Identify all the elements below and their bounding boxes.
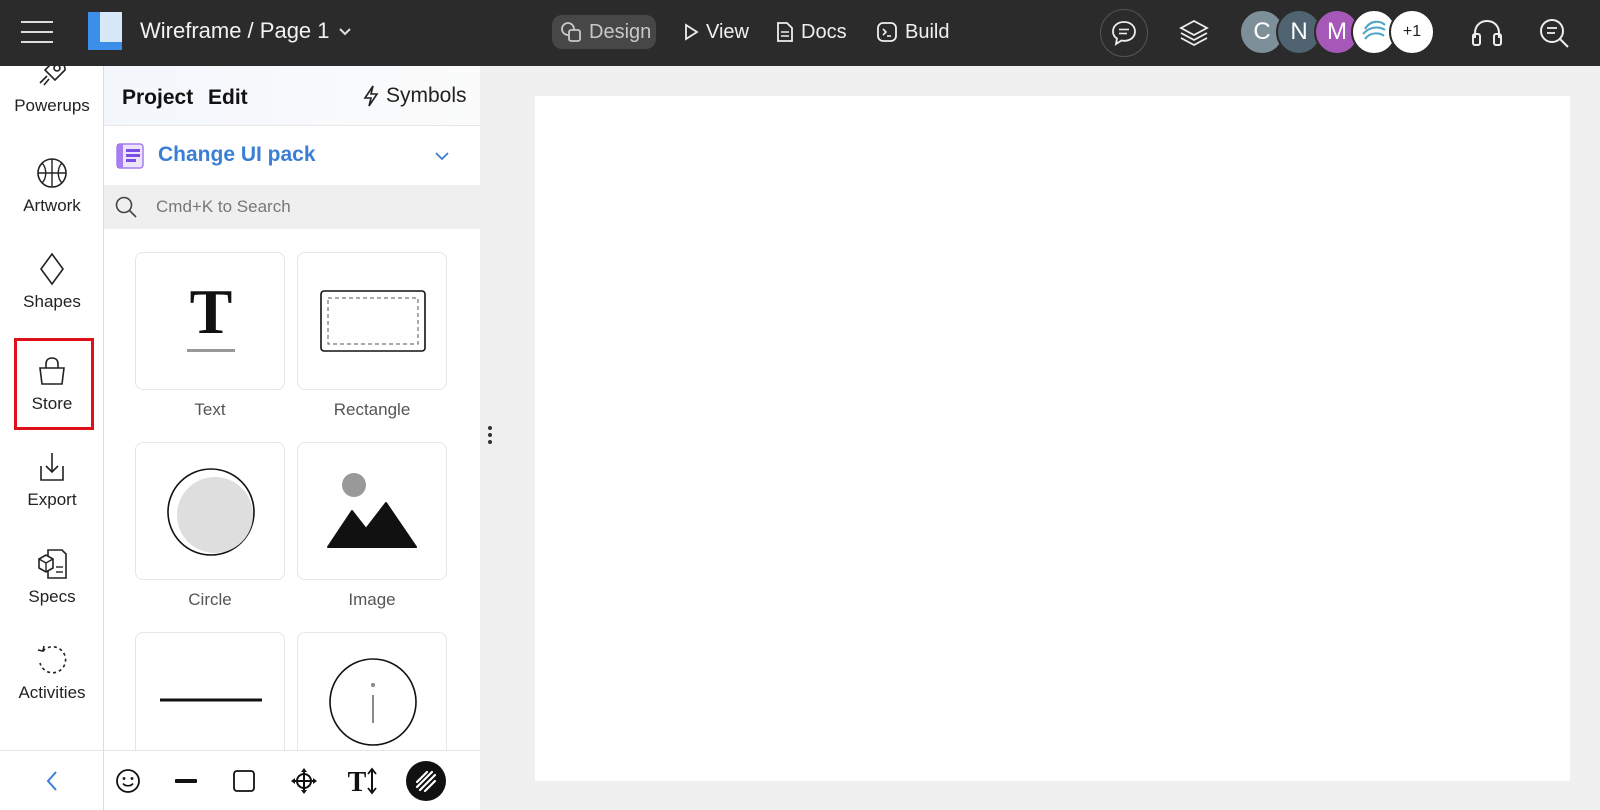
tab-edit[interactable]: Edit bbox=[208, 86, 248, 110]
change-ui-pack-dropdown[interactable]: Change UI pack bbox=[104, 126, 480, 186]
headphones-icon bbox=[1472, 19, 1502, 46]
tab-docs[interactable]: Docs bbox=[776, 15, 847, 49]
symbols-button[interactable]: Symbols bbox=[362, 84, 467, 108]
terminal-icon bbox=[877, 22, 897, 42]
cube-doc-icon bbox=[38, 549, 67, 579]
basketball-icon bbox=[37, 158, 67, 188]
rail-item-activities[interactable]: Activities bbox=[0, 643, 103, 703]
tab-view-label: View bbox=[706, 20, 749, 43]
tab-docs-label: Docs bbox=[801, 20, 847, 43]
rail-item-label: Powerups bbox=[14, 96, 90, 115]
tab-build[interactable]: Build bbox=[876, 15, 949, 49]
design-icon bbox=[561, 22, 581, 42]
symbols-label: Symbols bbox=[386, 84, 467, 107]
tile-label: Image bbox=[348, 590, 396, 609]
layers-icon bbox=[1179, 19, 1209, 47]
svg-text:T: T bbox=[348, 767, 367, 796]
rail-item-label: Activities bbox=[18, 683, 86, 702]
search-icon bbox=[115, 196, 137, 218]
panel-resize-handle[interactable] bbox=[488, 426, 494, 448]
line-icon bbox=[160, 698, 262, 702]
component-tile-info[interactable] bbox=[297, 632, 447, 750]
play-icon bbox=[685, 23, 699, 41]
download-icon bbox=[40, 453, 64, 481]
tab-project[interactable]: Project bbox=[122, 86, 193, 110]
rectangle-tool-button[interactable] bbox=[228, 765, 260, 797]
component-tile-text[interactable]: T bbox=[135, 252, 285, 390]
chat-bubble-icon bbox=[1112, 21, 1136, 46]
line-tool-button[interactable] bbox=[170, 765, 202, 797]
support-button[interactable] bbox=[1463, 9, 1511, 57]
rail-item-label: Export bbox=[27, 490, 77, 509]
chevron-left-icon bbox=[46, 770, 57, 791]
components-panel: Project Edit Symbols Change UI pack Cmd+… bbox=[104, 66, 480, 750]
store-highlight-box bbox=[14, 338, 94, 430]
history-icon bbox=[37, 645, 67, 674]
image-icon bbox=[327, 473, 417, 548]
tile-label: Rectangle bbox=[333, 400, 411, 419]
avatar-logo-icon bbox=[1362, 20, 1386, 40]
rail-item-powerups[interactable]: Powerups bbox=[0, 66, 103, 116]
project-title[interactable]: Wireframe / Page 1 bbox=[140, 18, 330, 44]
search-button[interactable] bbox=[1530, 9, 1578, 57]
artboard[interactable] bbox=[535, 96, 1570, 781]
component-search[interactable]: Cmd+K to Search bbox=[104, 185, 480, 229]
text-tool-button[interactable]: T bbox=[346, 765, 378, 797]
rocket-icon bbox=[39, 66, 66, 86]
line-tool-icon bbox=[175, 779, 197, 783]
rail-item-shapes[interactable]: Shapes bbox=[0, 252, 103, 312]
svg-text:T: T bbox=[190, 281, 233, 347]
tab-view[interactable]: View bbox=[683, 15, 749, 49]
rail-item-export[interactable]: Export bbox=[0, 450, 103, 510]
search-icon bbox=[1540, 19, 1569, 48]
rail-item-artwork[interactable]: Artwork bbox=[0, 156, 103, 216]
tab-build-label: Build bbox=[905, 20, 950, 43]
chevron-down-icon[interactable] bbox=[434, 150, 450, 162]
pen-tool-button[interactable] bbox=[406, 761, 446, 801]
component-tile-image[interactable] bbox=[297, 442, 447, 580]
move-icon bbox=[291, 768, 317, 794]
move-tool-button[interactable] bbox=[288, 765, 320, 797]
tile-label: Circle bbox=[188, 590, 232, 609]
app-logo[interactable] bbox=[88, 12, 122, 50]
tab-design[interactable]: Design bbox=[552, 15, 656, 49]
ui-pack-label: Change UI pack bbox=[158, 143, 316, 166]
tab-design-label: Design bbox=[589, 20, 652, 43]
component-tile-circle[interactable] bbox=[135, 442, 285, 580]
text-icon: T bbox=[187, 281, 235, 352]
tile-label: Text bbox=[194, 400, 226, 419]
hamburger-menu-icon[interactable] bbox=[21, 19, 53, 45]
top-bar: Wireframe / Page 1 Design View Docs Buil… bbox=[0, 0, 1600, 66]
diamond-icon bbox=[40, 252, 64, 286]
lightning-icon bbox=[363, 85, 379, 107]
search-input[interactable]: Cmd+K to Search bbox=[156, 197, 291, 217]
comments-button[interactable] bbox=[1100, 9, 1148, 57]
square-icon bbox=[233, 770, 255, 792]
emoji-icon bbox=[116, 769, 140, 793]
panel-header: Project Edit Symbols bbox=[104, 66, 480, 126]
chevron-down-icon[interactable] bbox=[338, 24, 352, 38]
layers-button[interactable] bbox=[1170, 9, 1218, 57]
component-tile-line[interactable] bbox=[135, 632, 285, 750]
rail-item-label: Artwork bbox=[23, 196, 81, 215]
circle-icon bbox=[167, 468, 255, 556]
text-size-icon: T bbox=[348, 767, 377, 796]
pen-icon bbox=[415, 770, 437, 793]
document-icon bbox=[777, 22, 793, 42]
rail-item-label: Specs bbox=[28, 587, 76, 606]
collapse-rail-button[interactable] bbox=[0, 750, 104, 810]
quick-tools-bar: T bbox=[104, 750, 480, 810]
info-icon bbox=[329, 658, 417, 746]
more-collaborators-badge[interactable]: +1 bbox=[1389, 9, 1435, 55]
emoji-tool-button[interactable] bbox=[112, 765, 144, 797]
rectangle-icon bbox=[320, 290, 426, 352]
ui-pack-icon bbox=[116, 143, 144, 169]
rail-item-specs[interactable]: Specs bbox=[0, 547, 103, 607]
rail-item-label: Shapes bbox=[23, 292, 81, 311]
component-tile-rectangle[interactable] bbox=[297, 252, 447, 390]
